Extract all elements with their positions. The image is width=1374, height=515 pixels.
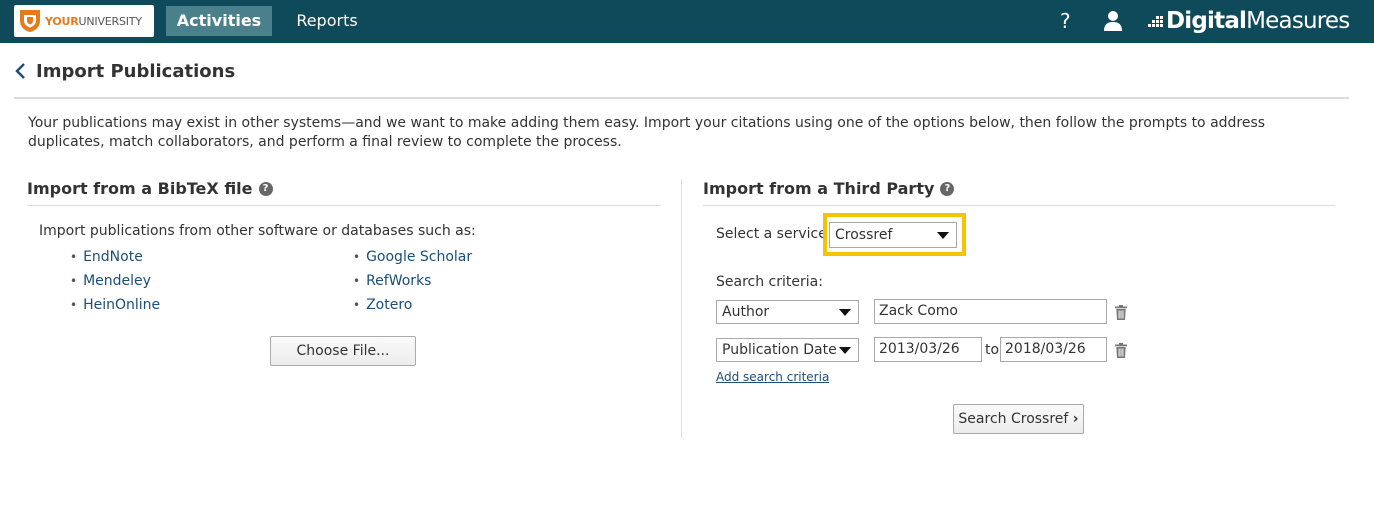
source-heinonline[interactable]: • HeinOnline [70,297,160,313]
source-label: RefWorks [366,273,432,289]
service-label: Select a service [716,226,827,242]
source-label: Google Scholar [366,249,473,265]
top-navigation-bar: YOURUNIVERSITY Activities Reports ? Digi… [0,0,1374,43]
user-profile-icon[interactable] [1104,10,1122,32]
bibtex-section-divider [27,205,661,206]
source-label: EndNote [83,249,143,265]
shield-logo-icon [20,10,40,32]
bullet-dot: • [353,298,361,312]
chevron-right-icon: › [1072,411,1079,427]
section-vertical-divider [681,179,682,438]
bibtex-help-icon[interactable]: ? [258,181,273,196]
criteria-field-select-author[interactable]: Author [716,300,859,324]
header-divider [14,97,1349,99]
author-input[interactable]: Zack Como [874,299,1107,324]
source-refworks[interactable]: • RefWorks [353,273,431,289]
source-zotero[interactable]: • Zotero [353,297,412,313]
source-label: HeinOnline [83,297,161,313]
bibtex-intro-text: Import publications from other software … [39,223,476,239]
search-criteria-label: Search criteria: [716,274,823,290]
search-crossref-button[interactable]: Search Crossref › [953,404,1084,434]
brand-regular: Measures [1246,8,1350,34]
brand-bold: Digital [1166,8,1247,34]
search-button-label: Search Crossref [958,411,1069,427]
trash-icon[interactable] [1115,343,1127,358]
service-select-value: Crossref [835,227,893,243]
page-header: Import Publications [14,56,235,86]
date-to-input[interactable]: 2018/03/26 [1000,337,1107,362]
page-title: Import Publications [36,60,236,82]
logo-text-highlight: YOUR [45,14,79,28]
third-party-help-icon[interactable]: ? [940,181,955,196]
help-icon[interactable]: ? [1060,9,1071,33]
chevron-down-icon [937,232,949,239]
brand-dots-icon [1148,16,1163,27]
back-chevron-icon[interactable] [14,61,26,81]
service-select[interactable]: Crossref [829,222,957,248]
nav-tab-activities[interactable]: Activities [166,6,272,36]
bullet-dot: • [70,298,78,312]
bullet-dot: • [353,274,361,288]
third-party-section-divider [703,205,1335,206]
source-google-scholar[interactable]: • Google Scholar [353,249,472,265]
logo-text-rest: UNIVERSITY [78,14,143,28]
trash-icon[interactable] [1115,305,1127,320]
bullet-dot: • [353,250,361,264]
choose-file-button[interactable]: Choose File... [270,336,416,366]
logo-text: YOURUNIVERSITY [45,15,142,28]
chevron-down-icon [839,347,851,354]
source-endnote[interactable]: • EndNote [70,249,143,265]
date-from-input[interactable]: 2013/03/26 [874,337,982,362]
chevron-down-icon [839,309,851,316]
source-mendeley[interactable]: • Mendeley [70,273,151,289]
third-party-title-text: Import from a Third Party [703,179,935,198]
digital-measures-brand: Digital Measures [1148,6,1350,36]
source-label: Zotero [366,297,413,313]
criteria-field-value: Author [722,304,770,320]
bullet-dot: • [70,274,78,288]
nav-tab-reports[interactable]: Reports [286,6,368,36]
university-logo[interactable]: YOURUNIVERSITY [14,5,154,37]
criteria-field-select-date[interactable]: Publication Date [716,338,859,362]
intro-text: Your publications may exist in other sys… [28,115,1266,150]
bibtex-section-title: Import from a BibTeX file ? [27,179,273,198]
bullet-dot: • [70,250,78,264]
criteria-field-value: Publication Date [722,342,837,358]
add-search-criteria-link[interactable]: Add search criteria [716,370,829,384]
bibtex-title-text: Import from a BibTeX file [27,179,253,198]
date-range-to-label: to [985,342,1000,358]
source-label: Mendeley [83,273,151,289]
third-party-section-title: Import from a Third Party ? [703,179,955,198]
